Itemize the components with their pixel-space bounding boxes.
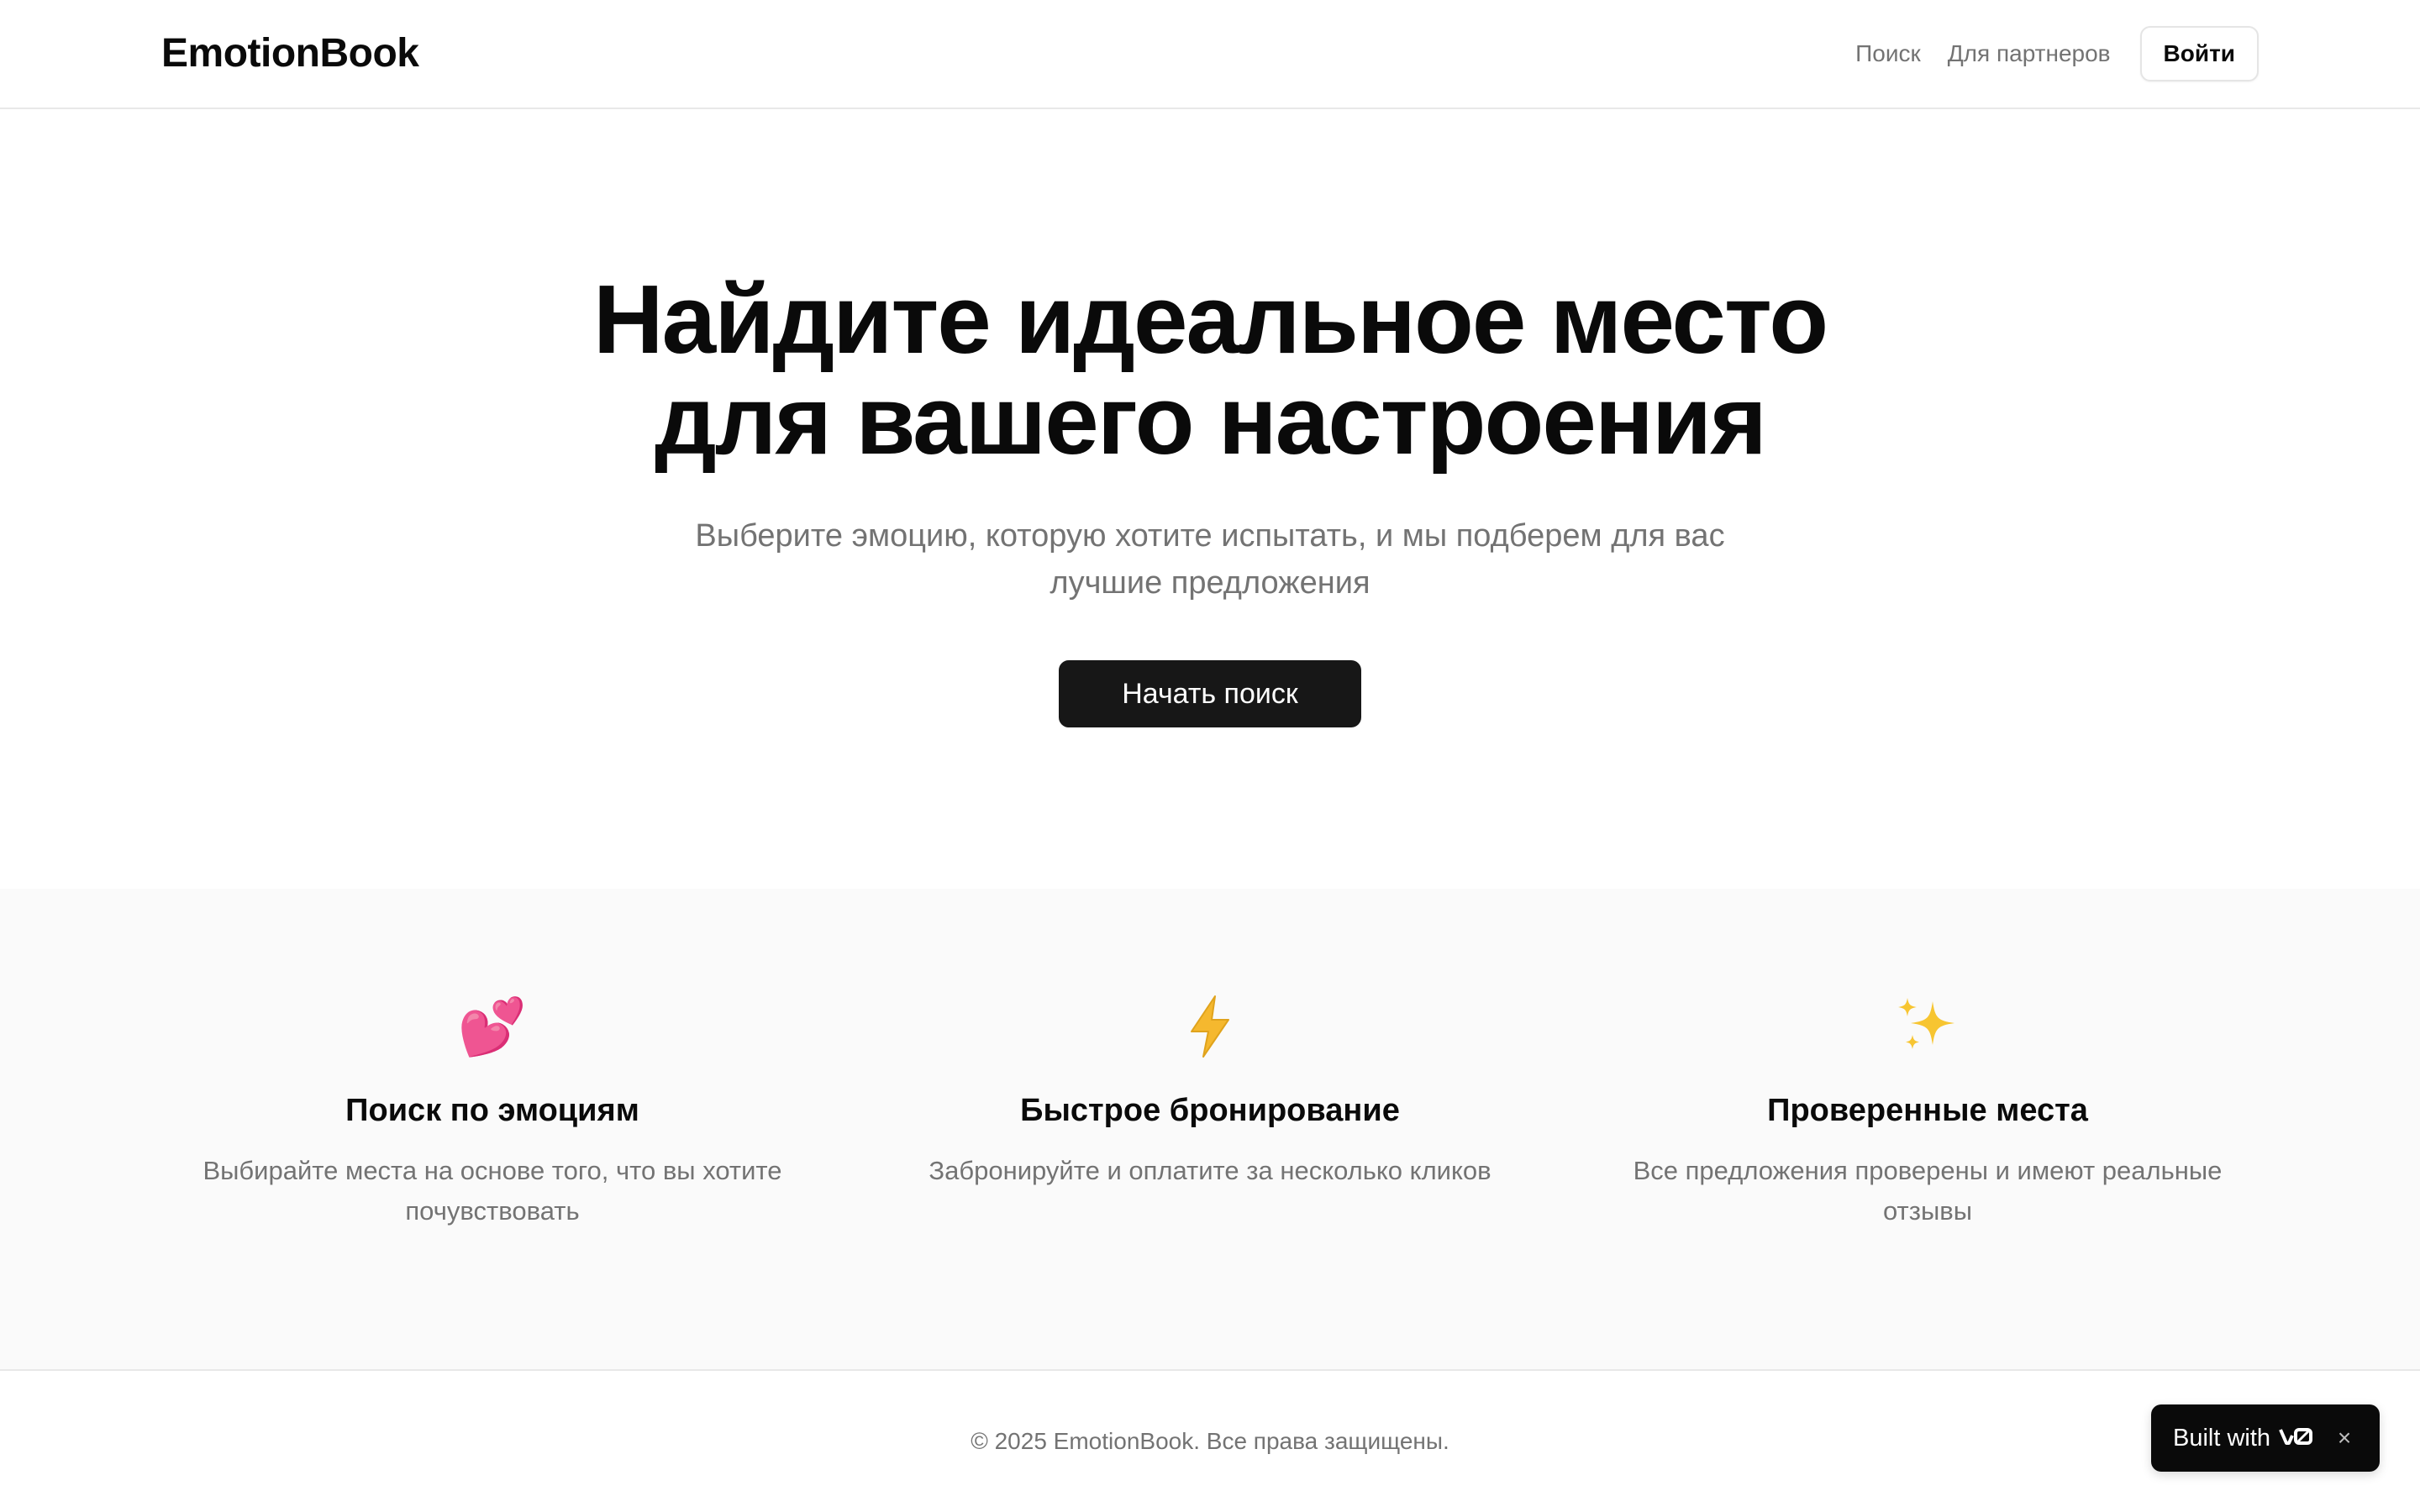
main-nav: Поиск Для партнеров Войти (1855, 26, 2259, 81)
hero-title: Найдите идеальное место для вашего настр… (0, 269, 2420, 470)
feature-description: Забронируйте и оплатите за несколько кли… (874, 1151, 1546, 1191)
built-with-label: Built with (2173, 1425, 2271, 1452)
logo[interactable]: EmotionBook (161, 30, 419, 77)
site-footer: © 2025 EmotionBook. Все права защищены. (0, 1369, 2420, 1512)
feature-description-line-2: почувствовать (405, 1196, 580, 1226)
hero-title-line-1: Найдите идеальное место (592, 265, 1828, 374)
start-search-button[interactable]: Начать поиск (1059, 660, 1361, 727)
lightning-icon-svg (1191, 995, 1229, 1058)
hero-title-line-2: для вашего настроения (655, 365, 1767, 475)
feature-description-line-1: Забронируйте и оплатите за несколько кли… (929, 1156, 1491, 1185)
hero-subtitle: Выберите эмоцию, которую хотите испытать… (622, 512, 1798, 606)
hero-section: Найдите идеальное место для вашего настр… (0, 111, 2420, 889)
feature-description-line-1: Все предложения проверены и имеют реальн… (1633, 1156, 2223, 1185)
feature-description-line-1: Выбирайте места на основе того, что вы х… (203, 1156, 782, 1185)
feature-description: Все предложения проверены и имеют реальн… (1591, 1151, 2264, 1231)
sparkles-icon (1591, 993, 2264, 1060)
hero-subtitle-line-2: лучшие предложения (1050, 565, 1370, 601)
hero-subtitle-line-1: Выберите эмоцию, которую хотите испытать… (695, 518, 1725, 554)
site-header: EmotionBook Поиск Для партнеров Войти (0, 0, 2420, 109)
feature-title: Быстрое бронирование (1020, 1093, 1400, 1128)
page: EmotionBook Поиск Для партнеров Войти На… (0, 0, 2420, 1512)
sparkles-icon-svg (1898, 998, 1954, 1049)
nav-link-search[interactable]: Поиск (1855, 27, 1921, 81)
two-hearts-icon: 💕 (457, 995, 528, 1058)
lightning-icon (874, 993, 1546, 1060)
features-section: 💕 Поиск по эмоциям Выбирайте места на ос… (0, 889, 2420, 1369)
feature-title: Проверенные места (1767, 1093, 2088, 1128)
v0-logo-icon (2279, 1427, 2314, 1450)
feature-description: Выбирайте места на основе того, что вы х… (156, 1151, 829, 1231)
feature-description-line-2: отзывы (1882, 1196, 1972, 1226)
nav-link-partners[interactable]: Для партнеров (1948, 27, 2111, 81)
copyright-text: © 2025 EmotionBook. Все права защищены. (971, 1428, 1449, 1454)
login-button[interactable]: Войти (2139, 26, 2259, 81)
built-with-v0-badge[interactable]: Built with × (2151, 1404, 2380, 1472)
feature-title: Поиск по эмоциям (345, 1093, 639, 1128)
close-icon[interactable]: × (2331, 1425, 2358, 1452)
